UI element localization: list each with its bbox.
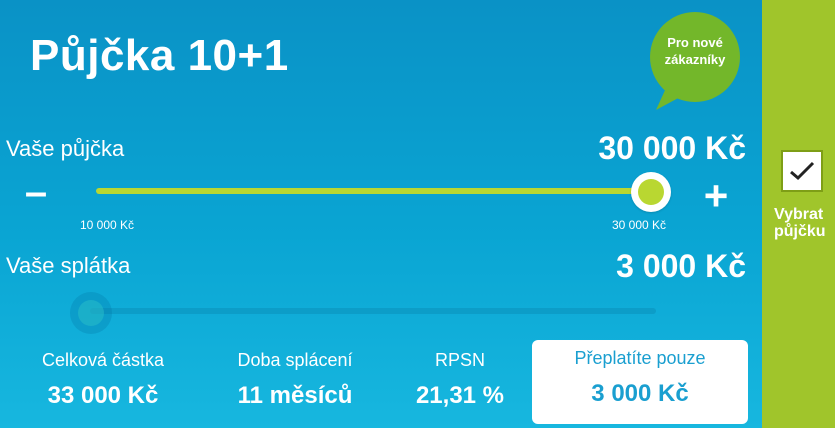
summary-duration: Doba splácení 11 měsíců [210,348,380,411]
summary-total: Celková částka 33 000 Kč [18,348,188,411]
summary-duration-value: 11 měsíců [237,382,353,409]
overpayment-label: Přeplatíte pouze [574,348,706,368]
select-loan-line-2: půjčku [774,223,826,240]
loan-calculator: Půjčka 10+1 Pro nové zákazníky Vaše půjč… [0,0,835,428]
summary-duration-label: Doba splácení [237,350,353,370]
loan-panel: Půjčka 10+1 Pro nové zákazníky Vaše půjč… [0,0,762,428]
select-loan-line-1: Vybrat [774,206,824,223]
summary-rpsn-label: RPSN [434,350,485,370]
loan-amount-slider-thumb[interactable] [631,172,671,212]
slider-max-label: 30 000 Kč [612,218,667,232]
installment-label: Vaše splátka [6,253,131,278]
loan-amount-value: 30 000 Kč [598,130,746,166]
overpayment-value: 3 000 Kč [591,380,689,407]
badge-line-2: zákazníky [664,52,726,67]
summary-total-label: Celková částka [41,350,165,370]
installment-value: 3 000 Kč [616,248,746,284]
summary-total-value: 33 000 Kč [47,382,159,409]
checkmark-icon [790,161,815,181]
badge-line-1: Pro nové [667,35,723,50]
installment-slider-track[interactable] [90,308,656,314]
summary-rpsn-value: 21,31 % [415,382,505,409]
loan-amount-label: Vaše půjčka [6,136,125,161]
loan-amount-slider-track[interactable] [96,188,654,194]
loan-title: Půjčka 10+1 [30,31,289,80]
select-loan-strip[interactable]: Vybrat půjčku [762,0,835,428]
overpayment-box: Přeplatíte pouze 3 000 Kč [532,340,748,424]
select-loan-label[interactable]: Vybrat půjčku [774,206,835,240]
slider-min-label: 10 000 Kč [80,218,135,232]
increase-amount-button[interactable]: + [696,175,736,217]
installment-slider-thumb[interactable] [70,292,112,334]
select-loan-checkbox[interactable] [781,150,823,192]
summary-rpsn: RPSN 21,31 % [395,348,525,411]
decrease-amount-button[interactable]: – [18,172,54,212]
new-customer-badge: Pro nové zákazníky [648,10,742,110]
